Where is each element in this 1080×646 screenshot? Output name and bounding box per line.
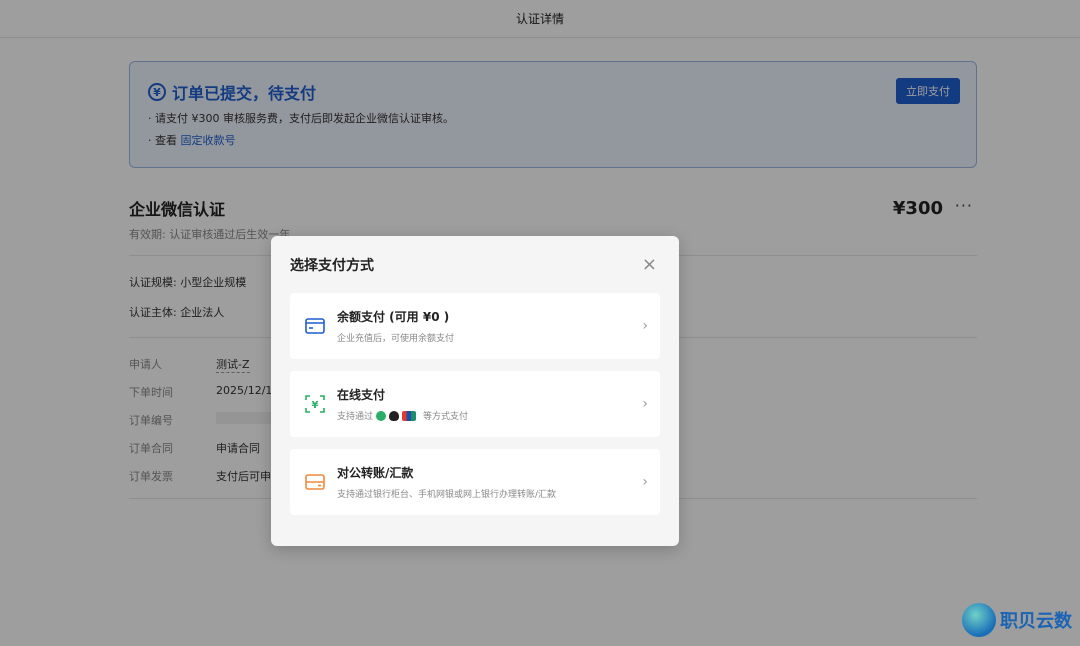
chevron-right-icon: › [642, 474, 648, 490]
option-desc: 企业充值后，可使用余额支付 [337, 334, 455, 344]
dialog-title: 选择支付方式 [290, 258, 374, 274]
option-desc: 支持通过银行柜台、手机网银或网上银行办理转账/汇款 [337, 490, 557, 500]
qq-icon [389, 410, 400, 421]
option-title: 余额支付 (可用 ¥0 ) [337, 310, 450, 324]
chevron-right-icon: › [642, 318, 648, 334]
card-icon [305, 318, 325, 334]
svg-text:¥: ¥ [312, 400, 319, 411]
option-desc-prefix: 支持通过 [337, 412, 374, 422]
watermark-text: 职贝云数 [1000, 611, 1072, 632]
wechat-pay-icon [376, 410, 387, 421]
bank-card-icon [305, 474, 325, 490]
unionpay-icon [402, 410, 417, 421]
close-icon[interactable]: × [642, 254, 657, 275]
option-bank-transfer[interactable]: 对公转账/汇款 支持通过银行柜台、手机网银或网上银行办理转账/汇款 › [290, 449, 660, 515]
option-text: 对公转账/汇款 支持通过银行柜台、手机网银或网上银行办理转账/汇款 [337, 464, 642, 500]
watermark: 职贝云数 [962, 603, 1072, 637]
option-text: 在线支付 支持通过 等方式支付 [337, 386, 642, 422]
option-balance-payment[interactable]: 余额支付 (可用 ¥0 ) 企业充值后，可使用余额支付 › [290, 293, 660, 359]
brand-logo-icon [962, 603, 996, 637]
option-title: 对公转账/汇款 [337, 466, 414, 480]
option-online-payment[interactable]: ¥ 在线支付 支持通过 等方式支付 › [290, 371, 660, 437]
chevron-right-icon: › [642, 396, 648, 412]
option-desc-suffix: 等方式支付 [423, 412, 469, 422]
scan-yen-icon: ¥ [305, 395, 325, 413]
option-title: 在线支付 [337, 388, 386, 402]
payment-method-dialog: 选择支付方式 × 余额支付 (可用 ¥0 ) 企业充值后，可使用余额支付 › ¥… [271, 236, 679, 546]
option-text: 余额支付 (可用 ¥0 ) 企业充值后，可使用余额支付 [337, 308, 642, 344]
option-desc: 支持通过 等方式支付 [337, 409, 642, 422]
